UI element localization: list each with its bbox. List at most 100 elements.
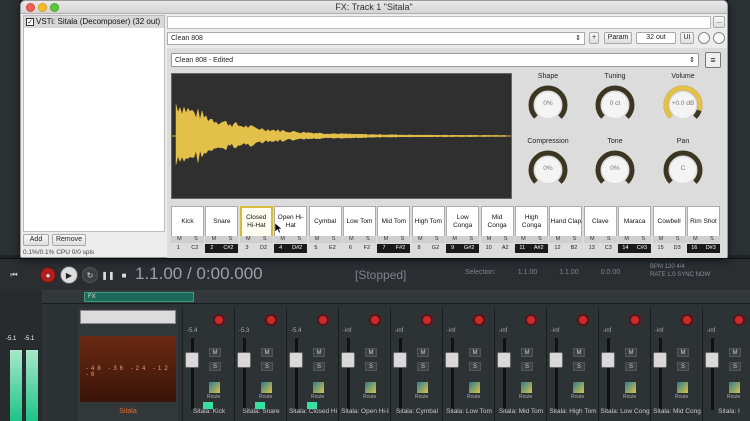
pad-13[interactable]: Clave M S 13 C3 xyxy=(583,206,617,256)
bypass-icon[interactable] xyxy=(698,32,710,44)
mute-button[interactable]: M xyxy=(729,348,741,357)
knob-compression[interactable]: Compression 0% xyxy=(526,138,570,191)
io-icon[interactable] xyxy=(521,382,532,393)
pad-button[interactable]: High Tom xyxy=(411,206,445,238)
mute-button[interactable]: M xyxy=(417,348,429,357)
pad-mute-button[interactable]: M xyxy=(384,236,389,243)
mute-button[interactable]: M xyxy=(209,348,221,357)
knob-shape[interactable]: Shape 0% xyxy=(526,73,570,126)
knob-dial[interactable]: C xyxy=(662,149,704,191)
pad-button[interactable]: Snare xyxy=(205,206,239,238)
mixer-strip[interactable]: -inf M S Route Sitala: Low Cong xyxy=(598,308,650,421)
mute-button[interactable]: M xyxy=(365,348,377,357)
solo-button[interactable]: S xyxy=(365,362,377,371)
pad-button[interactable]: Kick xyxy=(171,206,204,238)
pad-mute-button[interactable]: M xyxy=(212,236,217,243)
ui-button[interactable]: UI xyxy=(680,32,694,44)
io-icon[interactable] xyxy=(469,382,480,393)
pad-button[interactable]: Open Hi-Hat xyxy=(274,206,308,238)
strip-name[interactable]: Sitala: Closed Hi xyxy=(287,408,339,415)
param-button[interactable]: Param xyxy=(604,32,632,44)
fader-handle[interactable] xyxy=(237,352,251,368)
track-input-field[interactable] xyxy=(80,310,176,324)
track-name[interactable]: Sitala xyxy=(78,408,178,415)
knob-dial[interactable]: 0% xyxy=(527,149,569,191)
io-icon[interactable] xyxy=(417,382,428,393)
pad-mute-button[interactable]: M xyxy=(487,236,492,243)
selection-start[interactable]: 1.1.00 xyxy=(518,269,537,276)
pad-button[interactable]: Low Conga xyxy=(446,206,480,238)
pad-mute-button[interactable]: M xyxy=(556,236,561,243)
mixer-strip[interactable]: -inf M S Route Sitala: Mid Tom xyxy=(494,308,546,421)
pad-solo-button[interactable]: S xyxy=(263,236,267,243)
strip-name[interactable]: Sitala: Kick xyxy=(183,408,235,415)
record-arm-button[interactable] xyxy=(213,314,225,326)
pad-button[interactable]: Mid Conga xyxy=(480,206,514,238)
tempo-panel[interactable]: BPM 120 4/4 RATE 1.0 SYNC NOW xyxy=(650,263,710,279)
strip-name[interactable]: Sitala: Snare xyxy=(235,408,287,415)
waveform-display[interactable] xyxy=(171,73,512,199)
record-arm-button[interactable] xyxy=(473,314,485,326)
strip-name[interactable]: Sitala: Open Hi-I xyxy=(339,408,391,415)
solo-button[interactable]: S xyxy=(521,362,533,371)
strip-name[interactable]: Sitala: High Tom xyxy=(547,408,599,415)
pad-mute-button[interactable]: M xyxy=(349,236,354,243)
preset-select[interactable]: Clean 808 ⇕ xyxy=(167,32,585,45)
solo-button[interactable]: S xyxy=(625,362,637,371)
io-icon[interactable] xyxy=(261,382,272,393)
output-count[interactable]: 32 out xyxy=(636,32,676,44)
route-button[interactable]: Route xyxy=(311,394,324,400)
preset-add-button[interactable]: + xyxy=(589,32,599,44)
record-arm-button[interactable] xyxy=(681,314,693,326)
menu-icon[interactable]: ≡ xyxy=(705,52,721,68)
solo-button[interactable]: S xyxy=(209,362,221,371)
fader-handle[interactable] xyxy=(601,352,615,368)
pad-solo-button[interactable]: S xyxy=(538,236,542,243)
mixer-strip[interactable]: -5.3 M S Route Sitala: Snare xyxy=(234,308,286,421)
fx-chain-list[interactable]: ✓ VSTi: Sitala (Decomposer) (32 out) xyxy=(23,15,165,232)
knob-dial[interactable]: 0% xyxy=(527,84,569,126)
solo-button[interactable]: S xyxy=(573,362,585,371)
mute-button[interactable]: M xyxy=(677,348,689,357)
fader-handle[interactable] xyxy=(289,352,303,368)
pad-button[interactable]: High Conga xyxy=(515,206,548,238)
fader-handle[interactable] xyxy=(705,352,719,368)
track-sitala[interactable]: -48 -36 -24 -12 -6 Sitala xyxy=(78,308,178,421)
pad-button[interactable]: Cowbell xyxy=(652,206,686,238)
fx-enable-checkbox[interactable]: ✓ xyxy=(26,18,34,26)
play-button[interactable]: ▶ xyxy=(60,266,78,284)
knob-pan[interactable]: Pan C xyxy=(661,138,705,191)
fader-handle[interactable] xyxy=(653,352,667,368)
strip-name[interactable]: Sitala: Mid Tom xyxy=(495,408,547,415)
pad-16[interactable]: Rim Shot M S 16 D#3 xyxy=(687,206,720,256)
bpm-value[interactable]: 120 xyxy=(665,264,675,270)
pad-mute-button[interactable]: M xyxy=(246,236,251,243)
fx-notes-field[interactable] xyxy=(167,16,711,29)
pad-solo-button[interactable]: S xyxy=(366,236,370,243)
fader-handle[interactable] xyxy=(341,352,355,368)
mixer-strip[interactable]: -inf M S Route Sitala: I xyxy=(702,308,750,421)
route-button[interactable]: Route xyxy=(207,394,220,400)
pad-mute-button[interactable]: M xyxy=(590,236,595,243)
go-start-icon[interactable]: ⏮ xyxy=(6,267,22,283)
io-icon[interactable] xyxy=(209,382,220,393)
pad-5[interactable]: Cymbal M S 5 E2 xyxy=(308,206,342,256)
pad-button[interactable]: Closed Hi-Hat xyxy=(239,206,273,238)
record-button[interactable]: ● xyxy=(40,267,56,283)
record-arm-button[interactable] xyxy=(265,314,277,326)
mixer-strip[interactable]: -inf M S Route Sitala: High Tom xyxy=(546,308,598,421)
solo-button[interactable]: S xyxy=(261,362,273,371)
pad-mute-button[interactable]: M xyxy=(693,236,698,243)
knob-dial[interactable]: 0% xyxy=(594,149,636,191)
pad-mute-button[interactable]: M xyxy=(177,236,182,243)
record-arm-button[interactable] xyxy=(421,314,433,326)
pad-12[interactable]: Hand Clap M S 12 B2 xyxy=(549,206,583,256)
pause-button[interactable]: ❚❚ xyxy=(100,267,116,283)
solo-button[interactable]: S xyxy=(313,362,325,371)
pad-mute-button[interactable]: M xyxy=(280,236,285,243)
remove-button[interactable]: Remove xyxy=(52,234,86,246)
pad-3[interactable]: Closed Hi-Hat M S 3 D2 xyxy=(239,206,273,256)
pad-solo-button[interactable]: S xyxy=(401,236,405,243)
strip-name[interactable]: Sitala: Cymbal xyxy=(391,408,443,415)
pad-mute-button[interactable]: M xyxy=(418,236,423,243)
